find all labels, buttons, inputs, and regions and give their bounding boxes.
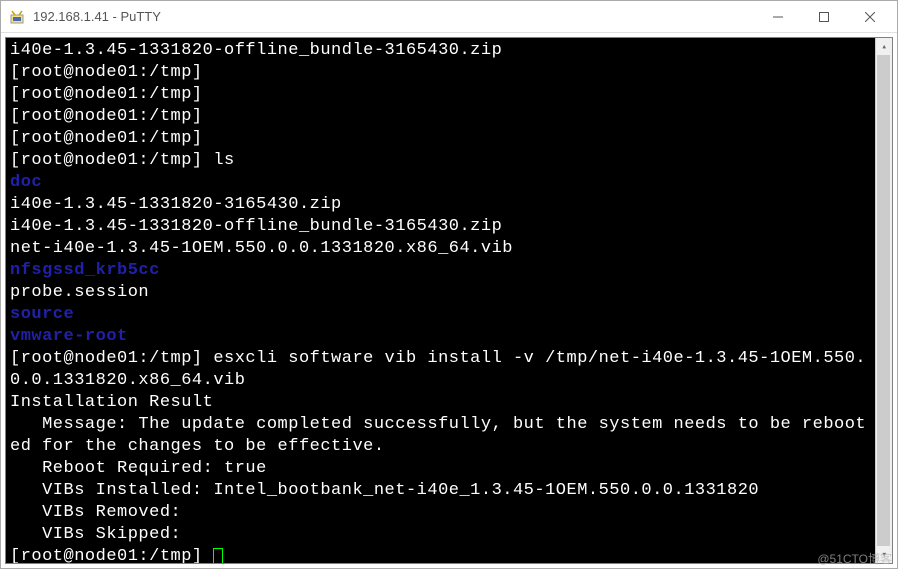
terminal-line: [root@node01:/tmp] [10, 546, 888, 564]
scroll-up-button[interactable]: ▴ [876, 38, 893, 55]
terminal-line: Reboot Required: true [10, 458, 888, 480]
scroll-thumb[interactable] [877, 55, 890, 546]
terminal-line: i40e-1.3.45-1331820-offline_bundle-31654… [10, 216, 888, 238]
terminal-line: i40e-1.3.45-1331820-offline_bundle-31654… [10, 40, 888, 62]
close-button[interactable] [847, 2, 893, 32]
terminal-line: Installation Result [10, 392, 888, 414]
terminal-line: VIBs Skipped: [10, 524, 888, 546]
terminal-line: [root@node01:/tmp] esxcli software vib i… [10, 348, 888, 370]
window-title: 192.168.1.41 - PuTTY [33, 9, 755, 24]
terminal-line: VIBs Installed: Intel_bootbank_net-i40e_… [10, 480, 888, 502]
terminal-line: [root@node01:/tmp] [10, 128, 888, 150]
terminal-line: [root@node01:/tmp] ls [10, 150, 888, 172]
putty-window: 192.168.1.41 - PuTTY i40e-1.3.45-1331820… [0, 0, 898, 569]
terminal-line: nfsgssd_krb5cc [10, 260, 888, 282]
maximize-button[interactable] [801, 2, 847, 32]
terminal-line: VIBs Removed: [10, 502, 888, 524]
terminal-line: vmware-root [10, 326, 888, 348]
terminal-line: probe.session [10, 282, 888, 304]
putty-icon [9, 9, 25, 25]
terminal-line: ed for the changes to be effective. [10, 436, 888, 458]
scrollbar[interactable]: ▴ ▾ [875, 38, 892, 563]
window-controls [755, 2, 893, 32]
terminal-line: Message: The update completed successful… [10, 414, 888, 436]
terminal-line: [root@node01:/tmp] [10, 84, 888, 106]
minimize-button[interactable] [755, 2, 801, 32]
terminal-line: i40e-1.3.45-1331820-3165430.zip [10, 194, 888, 216]
watermark: @51CTO博客 [817, 550, 892, 567]
titlebar[interactable]: 192.168.1.41 - PuTTY [1, 1, 897, 33]
terminal-line: source [10, 304, 888, 326]
terminal-line: net-i40e-1.3.45-1OEM.550.0.0.1331820.x86… [10, 238, 888, 260]
terminal-line: doc [10, 172, 888, 194]
terminal-line: [root@node01:/tmp] [10, 106, 888, 128]
terminal-line: [root@node01:/tmp] [10, 62, 888, 84]
cursor [213, 548, 223, 564]
terminal-line: 0.0.1331820.x86_64.vib [10, 370, 888, 392]
terminal-area[interactable]: i40e-1.3.45-1331820-offline_bundle-31654… [5, 37, 893, 564]
